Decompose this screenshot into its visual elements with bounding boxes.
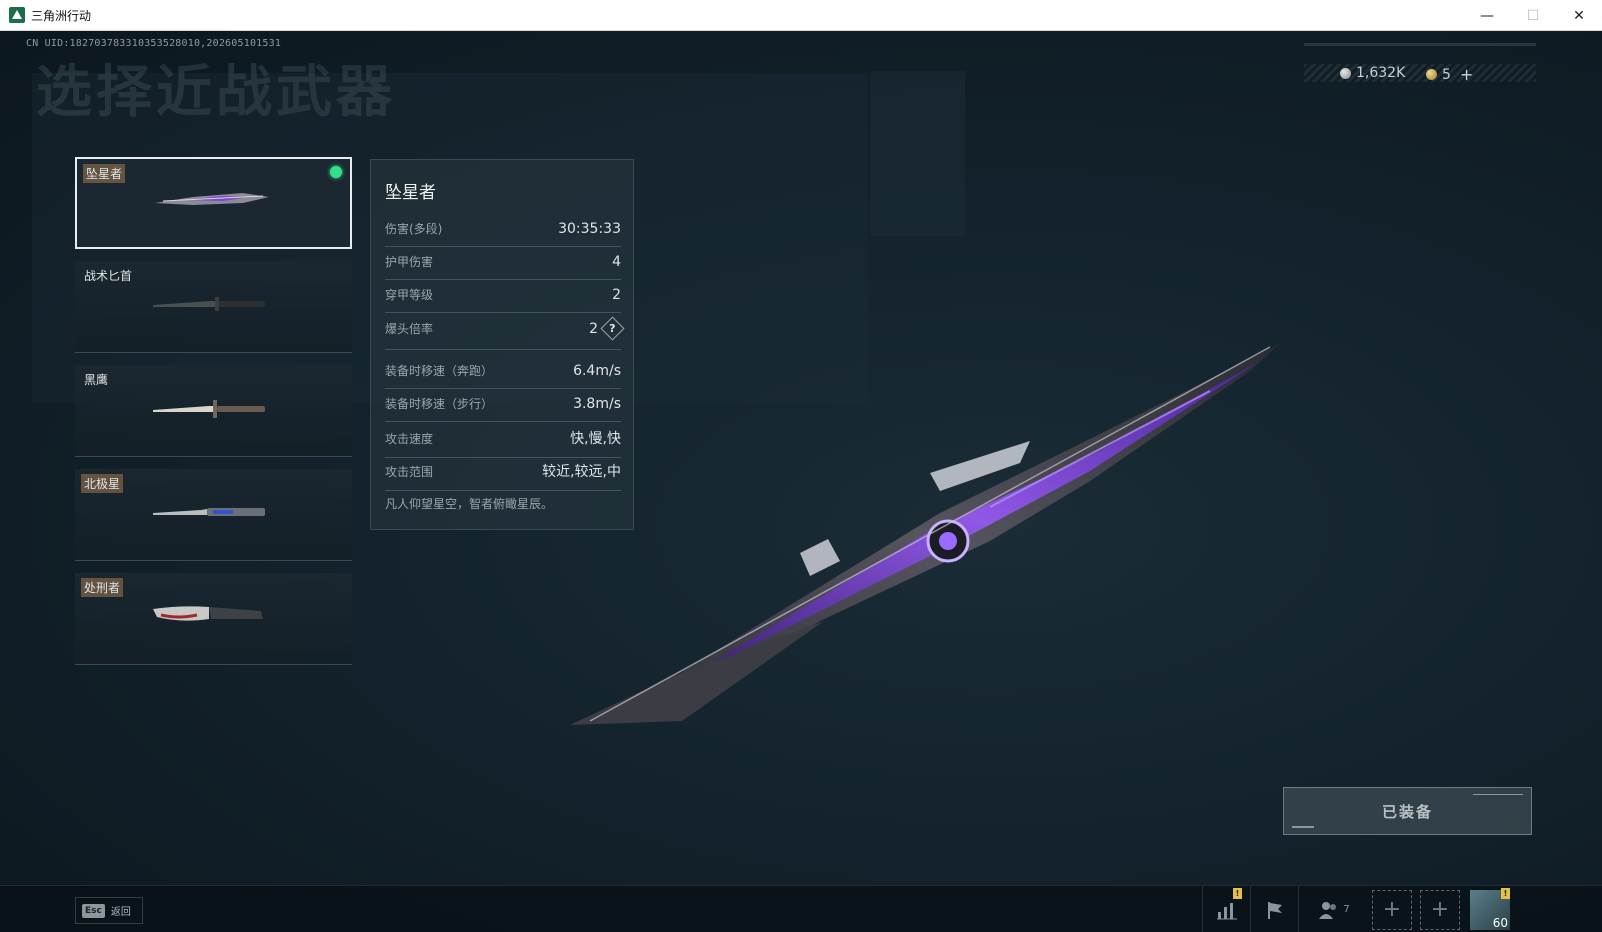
silver-coin-icon — [1340, 67, 1351, 79]
stat-label: 爆头倍率 — [385, 322, 434, 336]
esc-key-icon: Esc — [82, 903, 105, 918]
currency-bar — [1304, 64, 1536, 82]
weapon-name: 战术匕首 — [84, 269, 133, 283]
stats-weapon-title: 坠星者 — [385, 183, 436, 203]
bottom-icon-group: ! 7 + + ! 60 — [1202, 886, 1510, 932]
stats-button[interactable]: ! — [1202, 886, 1250, 932]
back-button[interactable]: Esc 返回 — [75, 897, 143, 924]
silver-currency-value: 1,632K — [1356, 65, 1406, 81]
silver-currency: 1,632K — [1340, 65, 1405, 81]
knife-thumbnail — [153, 297, 265, 311]
maximize-button[interactable]: ☐ — [1510, 0, 1556, 31]
weapon-description: 凡人仰望星空，智者俯瞰星辰。 — [385, 497, 554, 511]
gold-coin-icon — [1426, 69, 1437, 80]
stat-label: 护甲伤害 — [385, 255, 434, 269]
weapon-card-black-hawk[interactable]: 黑鹰 — [75, 365, 352, 457]
stat-label: 装备时移速（步行） — [385, 397, 494, 411]
gold-currency-value: 5 — [1442, 66, 1451, 83]
knife-thumbnail — [153, 508, 265, 516]
close-button[interactable]: ✕ — [1556, 0, 1602, 31]
stat-value: 4 — [612, 253, 621, 270]
weapon-card-polaris[interactable]: 北极星 — [75, 469, 352, 561]
knife-3d-preview — [570, 343, 1280, 725]
knife-thumbnail — [153, 606, 263, 621]
add-teammate-slot[interactable]: + — [1372, 889, 1412, 930]
bottom-bar: Esc 返回 ! 7 + + ! 60 — [0, 885, 1602, 932]
page-title: 选择近战武器 — [36, 60, 396, 125]
flag-button[interactable] — [1250, 886, 1298, 932]
stat-label: 攻击速度 — [385, 431, 434, 446]
window-controls: — ☐ ✕ — [1464, 0, 1602, 31]
weapon-name: 黑鹰 — [84, 373, 109, 387]
player-avatar[interactable]: ! 60 — [1470, 887, 1510, 930]
equipped-indicator-icon — [330, 166, 342, 178]
game-screen: CN UID:182703783310353528010,20260510153… — [0, 31, 1602, 932]
stat-row-penetration: 穿甲等级 2 — [385, 286, 621, 313]
flag-icon — [1267, 901, 1282, 919]
currency-decor-line — [1304, 43, 1536, 46]
notification-badge: ! — [1233, 888, 1242, 899]
knife-thumbnail — [155, 193, 269, 205]
stat-value: 30:35:33 — [558, 220, 621, 237]
weapon-card-tactical-dagger[interactable]: 战术匕首 — [75, 261, 352, 353]
app-logo-icon — [9, 7, 25, 23]
weapon-name: 北极星 — [81, 474, 124, 493]
stat-label: 穿甲等级 — [385, 288, 434, 302]
equipped-button[interactable]: 已装备 — [1283, 787, 1532, 835]
friend-count: 7 — [1343, 904, 1350, 915]
window-title-bar: 三角洲行动 — ☐ ✕ — [0, 0, 1602, 31]
window-title: 三角洲行动 — [31, 8, 92, 23]
weapon-name: 坠星者 — [83, 164, 126, 183]
friends-button[interactable]: 7 — [1298, 886, 1368, 932]
minimize-button[interactable]: — — [1464, 0, 1510, 31]
add-teammate-slot[interactable]: + — [1420, 889, 1460, 930]
stat-label: 攻击范围 — [385, 464, 434, 479]
weapon-list: 坠星者 战术匕首 黑鹰 北极星 处刑者 — [75, 157, 352, 677]
bar-chart-icon — [1216, 902, 1237, 919]
weapon-card-zhuixingzhe[interactable]: 坠星者 — [75, 157, 352, 249]
back-label: 返回 — [110, 907, 131, 918]
player-level: 60 — [1492, 915, 1508, 930]
gold-currency: 5 + — [1426, 65, 1473, 84]
notification-badge: ! — [1501, 887, 1510, 899]
stat-label: 伤害(多段) — [385, 222, 443, 236]
friends-icon — [1319, 901, 1337, 919]
stat-row-damage: 伤害(多段) 30:35:33 — [385, 220, 621, 247]
stat-label: 装备时移速（奔跑） — [385, 364, 494, 378]
knife-thumbnail — [153, 400, 265, 418]
stat-value: 2 — [612, 286, 621, 303]
background-panel — [870, 71, 965, 236]
weapon-card-executioner[interactable]: 处刑者 — [75, 573, 352, 665]
add-currency-button[interactable]: + — [1460, 65, 1473, 84]
weapon-name: 处刑者 — [81, 578, 124, 597]
stat-row-armor-damage: 护甲伤害 4 — [385, 253, 621, 280]
